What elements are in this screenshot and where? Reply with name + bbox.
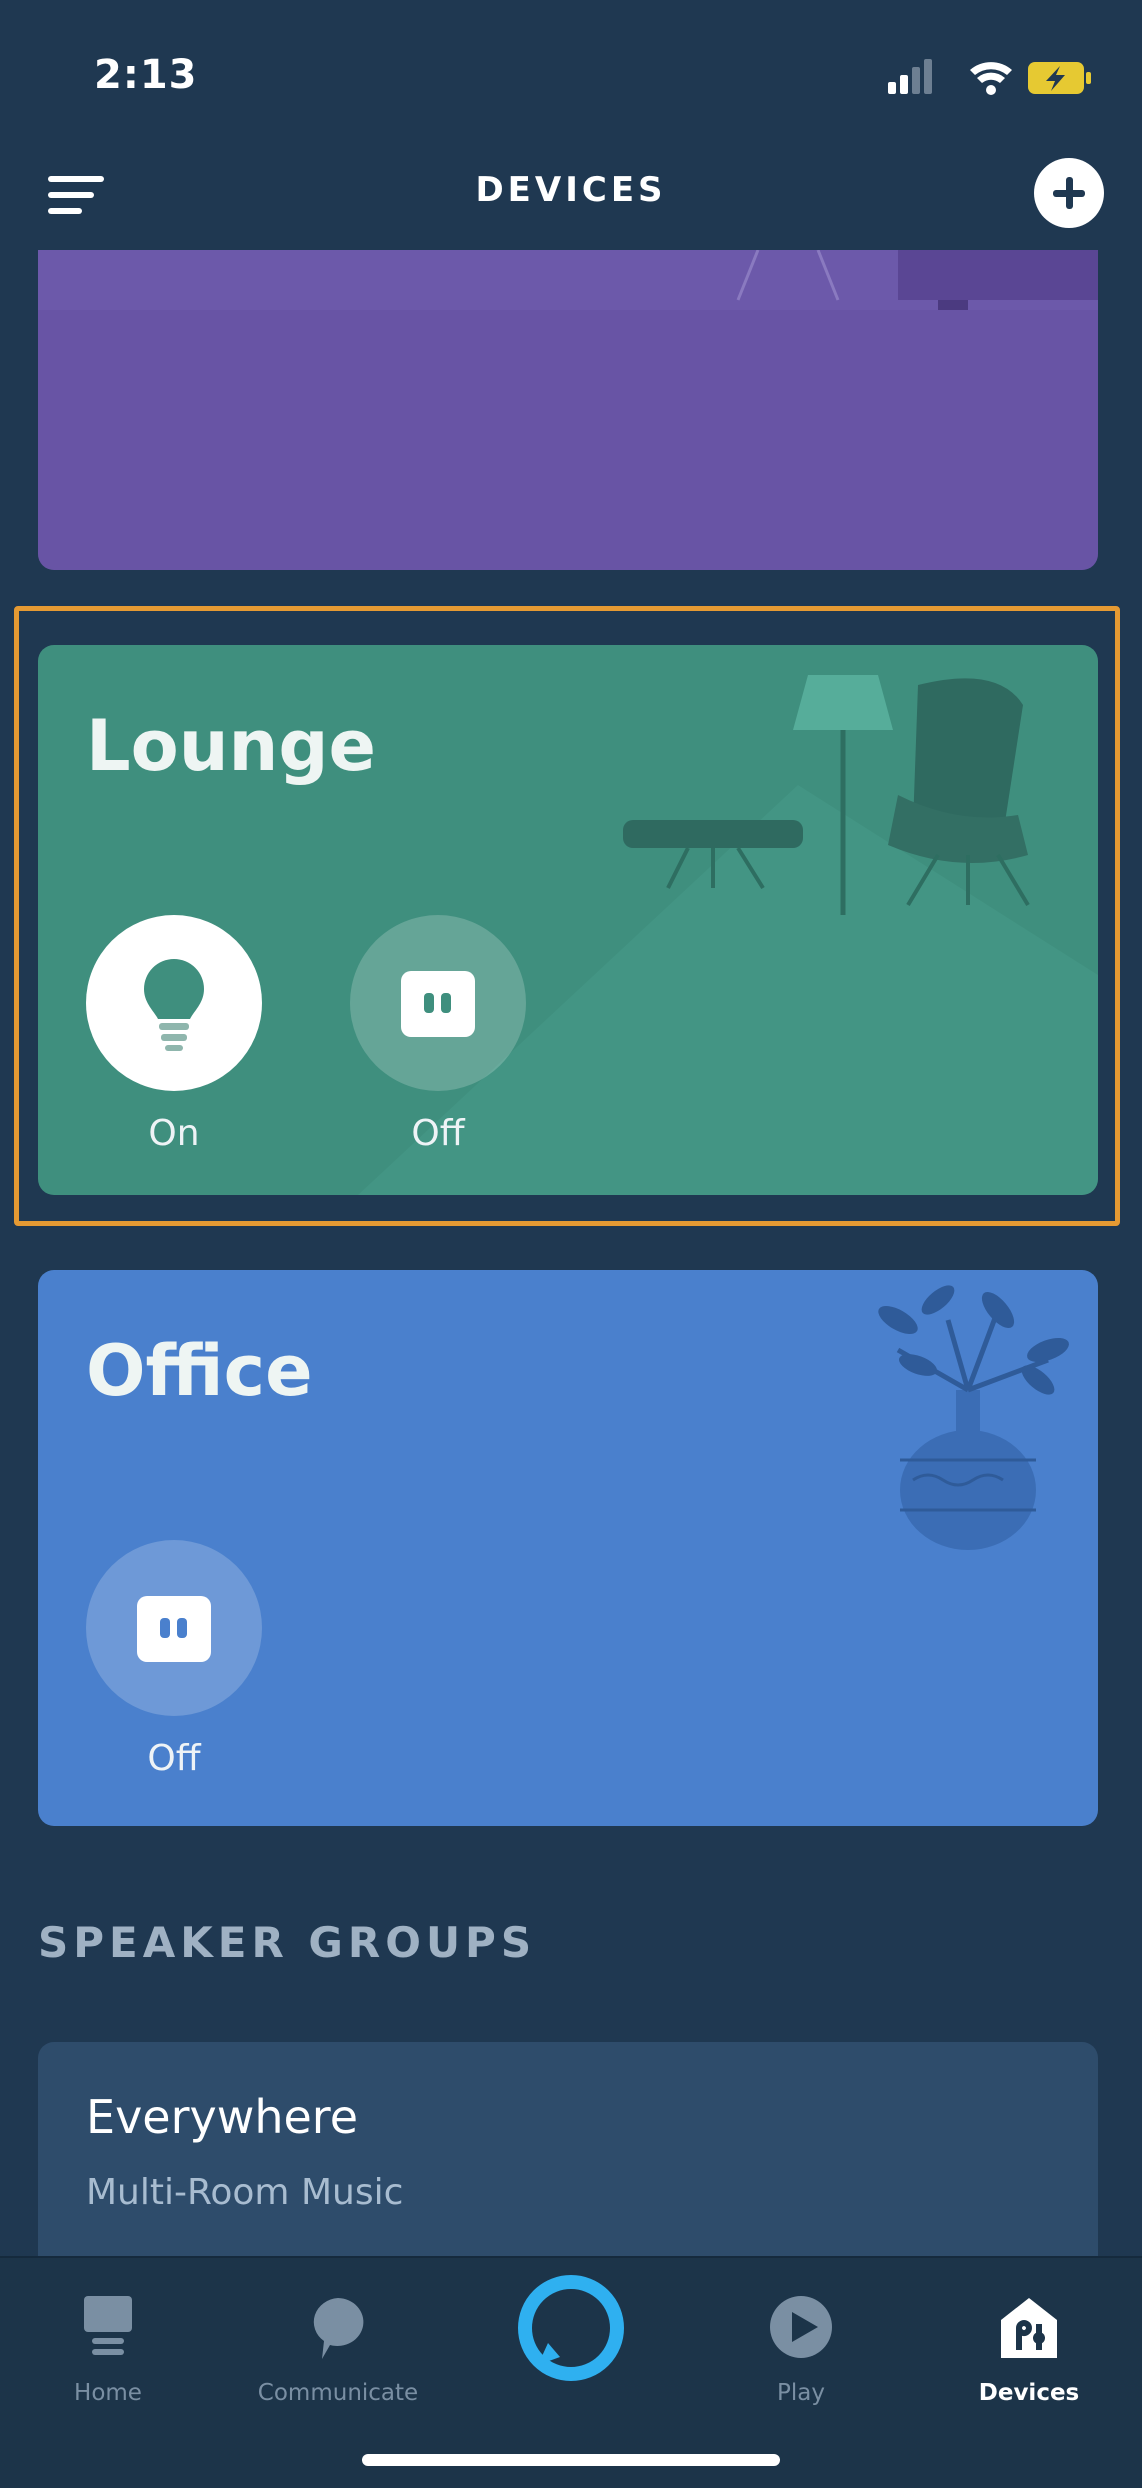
smart-plug-icon xyxy=(137,1596,211,1662)
nav-label: Play xyxy=(777,2380,825,2406)
page-title: DEVICES xyxy=(475,170,667,210)
status-time: 2:13 xyxy=(94,52,198,98)
devices-icon xyxy=(1001,2298,1057,2358)
wifi-icon xyxy=(970,62,1012,95)
nav-communicate[interactable]: Communicate xyxy=(243,2278,433,2428)
top-bar: DEVICES xyxy=(0,130,1142,260)
home-indicator xyxy=(362,2454,780,2466)
device-state-label: Off xyxy=(147,1738,201,1779)
chat-bubble-icon xyxy=(313,2298,364,2359)
nav-label: Communicate xyxy=(257,2380,419,2406)
speaker-group-subtitle: Multi-Room Music xyxy=(86,2172,404,2213)
play-icon xyxy=(770,2296,832,2358)
office-plug-toggle[interactable]: Off xyxy=(86,1540,262,1779)
room-card-office[interactable]: Office Off xyxy=(38,1270,1098,1826)
speaker-groups-heading: SPEAKER GROUPS xyxy=(38,1918,537,1967)
nav-devices[interactable]: Devices xyxy=(934,2278,1124,2428)
speaker-group-name: Everywhere xyxy=(86,2090,359,2144)
smart-plug-button[interactable] xyxy=(86,1540,262,1716)
room-illustration xyxy=(38,250,1098,570)
alexa-ring-icon xyxy=(518,2275,624,2381)
nav-home[interactable]: Home xyxy=(13,2278,203,2428)
nav-label: Home xyxy=(74,2380,142,2406)
nav-play[interactable]: Play xyxy=(706,2278,896,2428)
home-icon xyxy=(84,2296,132,2355)
battery-charging-icon xyxy=(1028,62,1091,94)
add-device-button[interactable] xyxy=(1034,158,1104,228)
nav-label: Devices xyxy=(978,2380,1080,2406)
status-bar: 2:13 xyxy=(0,0,1142,130)
status-icons xyxy=(888,59,1091,95)
signal-icon xyxy=(888,59,932,94)
room-name: Office xyxy=(86,1330,313,1412)
room-card-partial[interactable] xyxy=(38,250,1098,570)
selection-highlight xyxy=(14,606,1120,1226)
alexa-button[interactable] xyxy=(516,2273,626,2383)
